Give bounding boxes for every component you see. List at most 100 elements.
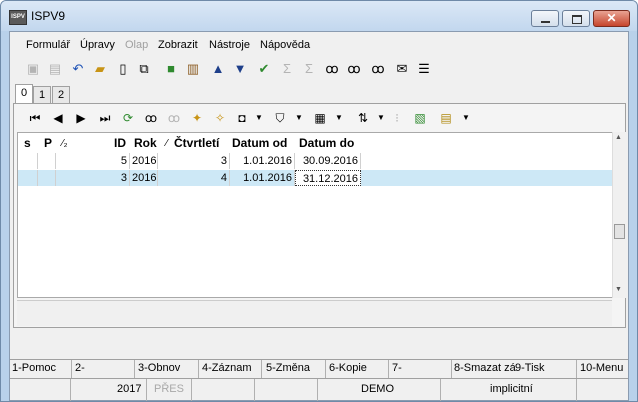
- search-next-icon[interactable]: ꝏ: [165, 109, 183, 127]
- cell-ctvrtleti: 4: [158, 170, 230, 186]
- fkey-divider: [261, 360, 262, 378]
- status-profile: implicitní: [490, 383, 533, 395]
- col-header-p[interactable]: P: [44, 135, 52, 152]
- prev-record-icon[interactable]: ◀: [49, 109, 67, 127]
- scroll-down-icon[interactable]: ▼: [615, 286, 622, 293]
- status-year: 2017: [117, 383, 142, 395]
- minimize-button[interactable]: [531, 10, 559, 27]
- scroll-thumb[interactable]: [614, 224, 625, 239]
- table-row[interactable]: 5 2016 3 1.01.2016 30.09.2016: [18, 153, 618, 169]
- fkey-1[interactable]: 1-Pomoc: [12, 362, 56, 374]
- fkey-7[interactable]: 7-: [392, 362, 402, 374]
- menu-olap[interactable]: Olap: [125, 39, 148, 51]
- col-header-rok[interactable]: Rok: [134, 135, 157, 152]
- col-header-s[interactable]: s: [24, 135, 31, 152]
- sum-icon[interactable]: Σ: [278, 60, 296, 78]
- sum-select-icon[interactable]: Σ: [300, 60, 318, 78]
- fkey-divider: [134, 360, 135, 378]
- fkey-divider: [451, 360, 452, 378]
- col-header-id[interactable]: ID: [114, 135, 126, 152]
- col-header-ctvrtleti[interactable]: Čtvrtletí: [174, 135, 219, 152]
- fkey-3[interactable]: 3-Obnov: [138, 362, 180, 374]
- undo-icon[interactable]: ↶: [69, 60, 87, 78]
- columns-dropdown-icon[interactable]: ▼: [330, 109, 348, 127]
- title-bar[interactable]: ISPV ISPV9 ✕: [1, 1, 637, 31]
- replace-icon[interactable]: ꝏ: [369, 60, 387, 78]
- minimize-icon: [541, 21, 550, 23]
- status-divider: [146, 379, 147, 401]
- filter-dropdown-icon[interactable]: ▼: [290, 109, 308, 127]
- data-grid[interactable]: s P ⁄₂ ID Rok ⁄ Čtvrtletí Datum od Datum…: [17, 132, 619, 298]
- filter-check-icon[interactable]: ✔: [255, 60, 273, 78]
- sort-az-icon[interactable]: ⇅: [354, 109, 372, 127]
- status-divider: [70, 379, 71, 401]
- menu-bar: Formulář Úpravy Olap Zobrazit Nástroje N…: [10, 34, 628, 56]
- fkey-2[interactable]: 2-: [75, 362, 85, 374]
- book-icon[interactable]: ▥: [184, 60, 202, 78]
- fkey-4[interactable]: 4-Záznam: [202, 362, 252, 374]
- menu-list-icon[interactable]: ☰: [415, 60, 433, 78]
- lock-icon[interactable]: ■: [162, 60, 180, 78]
- filter-icon[interactable]: ⛉: [271, 109, 289, 127]
- tab-strip: 0 1 2: [10, 84, 628, 104]
- fkey-6[interactable]: 6-Kopie: [329, 362, 367, 374]
- main-toolbar: ▣ ▤ ↶ ▰ ▯ ⧉ ■ ▥ ▲ ▼ ✔ Σ Σ ꝏ ꝏ ꝏ ✉ ☰: [10, 58, 628, 80]
- outline-icon[interactable]: ⁝: [388, 109, 406, 127]
- arrow-up-icon[interactable]: ▲: [209, 60, 227, 78]
- close-button[interactable]: ✕: [593, 10, 630, 27]
- edit-record-icon[interactable]: ✧: [211, 109, 229, 127]
- cell-rok: 2016: [132, 170, 158, 186]
- mail-icon[interactable]: ✉: [393, 60, 411, 78]
- col-header-sort[interactable]: ⁄₂: [62, 135, 68, 152]
- vertical-scrollbar[interactable]: ▲ ▼: [612, 132, 626, 298]
- last-record-icon[interactable]: ⏭: [96, 109, 114, 127]
- fkey-divider: [388, 360, 389, 378]
- save-icon[interactable]: ▣: [24, 60, 42, 78]
- add-record-icon[interactable]: ✦: [188, 109, 206, 127]
- report-dropdown-icon[interactable]: ▼: [457, 109, 475, 127]
- new-document-icon[interactable]: ▯: [114, 60, 132, 78]
- tab-1[interactable]: 1: [33, 86, 51, 103]
- binoculars-icon[interactable]: ꝏ: [323, 60, 341, 78]
- camera-icon[interactable]: ◘: [233, 109, 251, 127]
- fkey-9[interactable]: 9-Tisk: [515, 362, 545, 374]
- fkey-5[interactable]: 5-Změna: [266, 362, 310, 374]
- scroll-up-icon[interactable]: ▲: [615, 134, 622, 141]
- maximize-button[interactable]: [562, 10, 590, 27]
- fkey-8[interactable]: 8-Smazat zá: [454, 362, 516, 374]
- save-as-icon[interactable]: ▤: [46, 60, 64, 78]
- first-record-icon[interactable]: ⏮: [26, 109, 44, 127]
- col-header-datum-od[interactable]: Datum od: [232, 135, 287, 152]
- menu-nastroje[interactable]: Nástroje: [209, 39, 250, 51]
- find-next-icon[interactable]: ꝏ: [345, 60, 363, 78]
- status-database: DEMO: [361, 383, 394, 395]
- cell-s: [18, 170, 38, 186]
- refresh-icon[interactable]: ⟳: [119, 109, 137, 127]
- table-row-selected[interactable]: 3 2016 4 1.01.2016 31.12.2016: [18, 170, 618, 186]
- menu-upravy[interactable]: Úpravy: [80, 39, 115, 51]
- search-icon[interactable]: ꝏ: [142, 109, 160, 127]
- next-record-icon[interactable]: ▶: [72, 109, 90, 127]
- menu-formular[interactable]: Formulář: [26, 39, 70, 51]
- app-icon[interactable]: ISPV: [9, 10, 27, 25]
- tab-2[interactable]: 2: [52, 86, 70, 103]
- fkey-10[interactable]: 10-Menu: [580, 362, 623, 374]
- cell-datum-od: 1.01.2016: [230, 153, 295, 169]
- fkey-divider: [198, 360, 199, 378]
- function-key-bar: 1-Pomoc 2- 3-Obnov 4-Záznam 5-Změna 6-Ko…: [10, 359, 628, 378]
- open-folder-icon[interactable]: ▰: [91, 60, 109, 78]
- tab-0[interactable]: 0: [15, 84, 33, 104]
- camera-dropdown-icon[interactable]: ▼: [250, 109, 268, 127]
- cell-id: 3: [56, 170, 130, 186]
- status-bar: 2017 PŘES DEMO implicitní: [10, 378, 628, 401]
- excel-export-icon[interactable]: ▧: [411, 109, 429, 127]
- copy-icon[interactable]: ⧉: [135, 60, 153, 78]
- menu-napoveda[interactable]: Nápověda: [260, 39, 310, 51]
- cell-datum-do-focused[interactable]: 31.12.2016: [295, 170, 361, 186]
- arrow-down-icon[interactable]: ▼: [231, 60, 249, 78]
- col-header-datum-do[interactable]: Datum do: [299, 135, 354, 152]
- columns-icon[interactable]: ▦: [311, 109, 329, 127]
- report-icon[interactable]: ▤: [437, 109, 455, 127]
- menu-zobrazit[interactable]: Zobrazit: [158, 39, 198, 51]
- cell-s: [18, 153, 38, 169]
